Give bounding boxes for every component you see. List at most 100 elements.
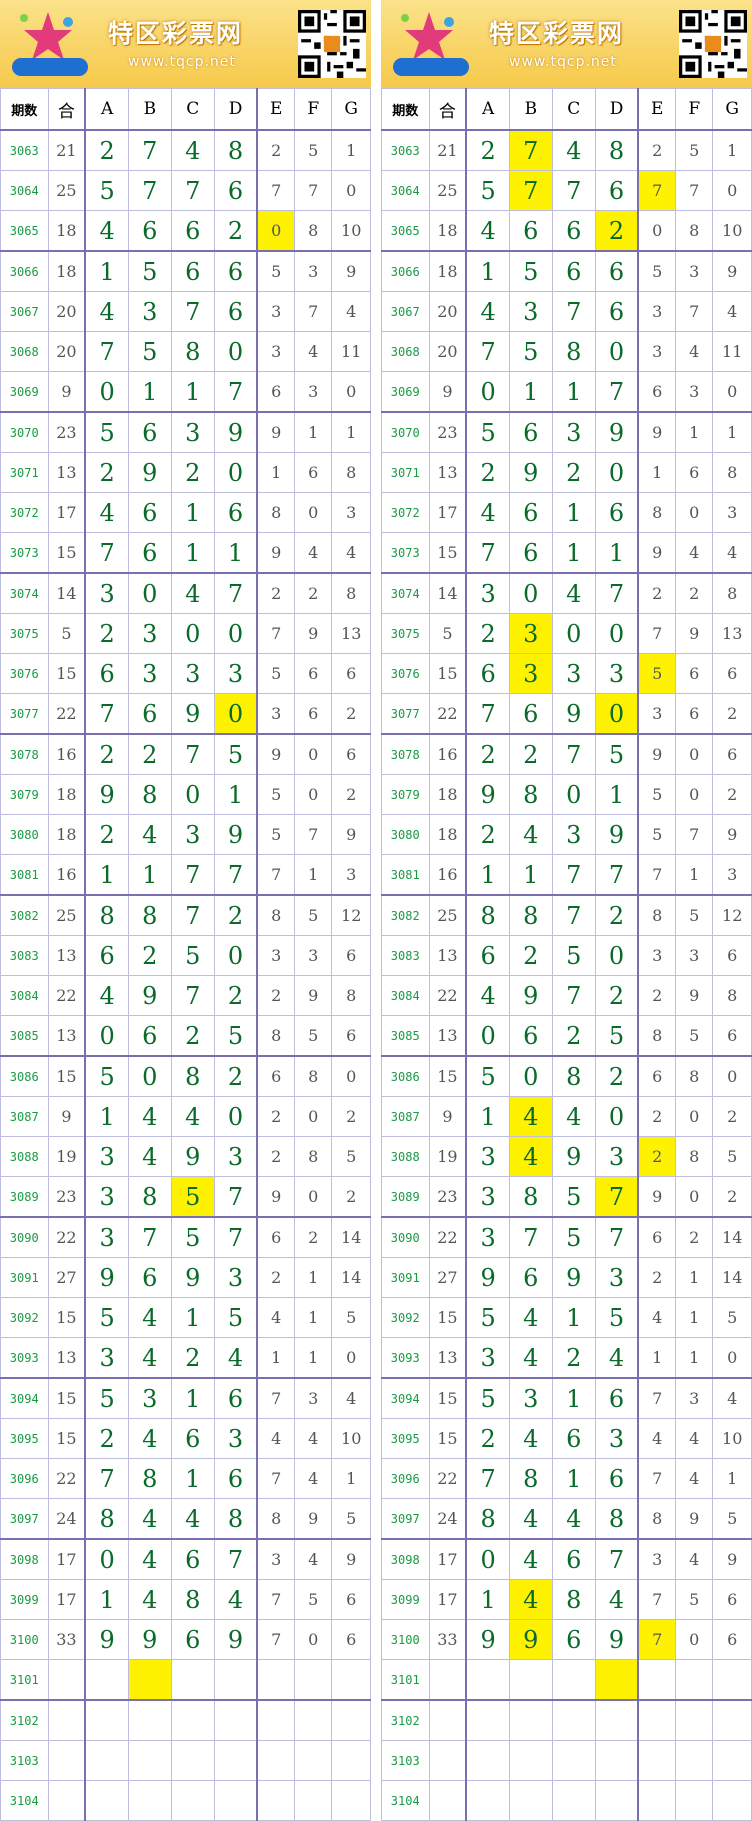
digit-cell-b: 8 [127,774,172,815]
digit-cell-b: 5 [127,331,172,372]
digit-cell-f: 0 [294,1096,333,1137]
digit-cell-g: 2 [331,1096,371,1137]
column-header: B [508,88,553,131]
site-url[interactable]: www.tqcp.net [509,54,617,70]
issue-number: 3102 [0,1699,49,1741]
digit-cell-b [508,1740,553,1781]
digit-cell-e: 3 [637,291,677,332]
digit-cell-g: 3 [712,492,752,533]
digit-cell-c: 8 [170,1579,215,1620]
digit-cell-a: 0 [465,1538,510,1580]
digit-cell-f [294,1780,333,1821]
digit-cell-d: 7 [594,1216,640,1258]
digit-cell-e: 1 [637,1337,677,1379]
sum-cell: 15 [47,1055,87,1097]
sum-cell [428,1780,468,1821]
digit-cell-g: 5 [712,1297,752,1338]
digit-cell-f: 0 [294,774,333,815]
issue-number: 3104 [0,1780,49,1821]
digit-cell-f: 0 [294,1619,333,1660]
sum-cell: 18 [428,774,468,815]
sum-cell: 33 [47,1619,87,1660]
table-row: 3094 15 5 3 1 6 7 3 4 [381,1377,752,1419]
digit-cell-c: 4 [170,572,215,614]
table-row: 3084 22 4 9 7 2 2 9 8 [381,975,752,1016]
digit-cell-c: 0 [551,774,596,815]
column-header: 期数 [0,88,49,131]
issue-number: 3092 [0,1297,49,1338]
table-row: 3063 21 2 7 4 8 2 5 1 [0,129,371,171]
sum-cell: 22 [428,1458,468,1499]
issue-number: 3064 [381,170,430,211]
digit-cell-c: 6 [551,1538,596,1580]
column-header: E [256,88,296,131]
digit-cell-c: 8 [551,1579,596,1620]
digit-cell-d: 2 [213,894,259,936]
issue-number: 3100 [0,1619,49,1660]
sum-cell: 19 [47,1136,87,1177]
digit-cell-g: 4 [331,291,371,332]
table-row: 3091 27 9 6 9 3 2 1 14 [381,1257,752,1298]
digit-cell-e: 8 [256,1015,296,1057]
digit-cell-d: 3 [594,653,640,694]
sum-cell: 14 [47,572,87,614]
table-row: 3103 [381,1740,752,1781]
digit-cell-c [551,1699,596,1741]
digit-cell-b: 4 [127,1337,172,1379]
site-banner[interactable]: 特区彩票网 www.tqcp.net [381,0,752,88]
digit-cell-g: 2 [712,693,752,735]
digit-cell-d: 2 [213,975,259,1016]
digit-cell-g: 10 [331,1418,371,1459]
issue-number: 3089 [381,1176,430,1218]
digit-cell-e: 8 [256,894,296,936]
issue-number: 3071 [0,452,49,493]
site-banner[interactable]: 特区彩票网 www.tqcp.net [0,0,371,88]
digit-cell-f: 9 [675,1498,714,1540]
digit-cell-c: 5 [551,1216,596,1258]
table-row: 3082 25 8 8 7 2 8 5 12 [0,894,371,936]
issue-number: 3083 [381,935,430,976]
site-url[interactable]: www.tqcp.net [128,54,236,70]
digit-cell-f: 1 [294,1257,333,1298]
digit-cell-f: 0 [294,1176,333,1218]
digit-cell-f: 0 [294,733,333,775]
sum-cell: 15 [428,653,468,694]
digit-cell-b [127,1740,172,1781]
issue-number: 3092 [381,1297,430,1338]
table-row: 3083 13 6 2 5 0 3 3 6 [0,935,371,976]
sum-cell [47,1780,87,1821]
digit-cell-a: 2 [84,129,129,171]
table-row: 3085 13 0 6 2 5 8 5 6 [381,1015,752,1057]
sum-cell: 20 [428,291,468,332]
digit-cell-e: 8 [637,492,677,533]
digit-cell-b: 6 [127,411,172,453]
table-row: 3095 15 2 4 6 3 4 4 10 [381,1418,752,1459]
digit-cell-g: 0 [331,371,371,413]
digit-cell-e: 4 [256,1297,296,1338]
digit-cell-d: 9 [594,1619,640,1660]
digit-cell-b: 6 [127,210,172,252]
digit-cell-e: 8 [637,1498,677,1540]
digit-cell-d: 6 [594,291,640,332]
digit-cell-g: 2 [331,774,371,815]
digit-cell-b: 1 [127,854,172,896]
digit-cell-a: 3 [84,1176,129,1218]
issue-number: 3076 [381,653,430,694]
issue-number: 3084 [381,975,430,1016]
table-row: 3081 16 1 1 7 7 7 1 3 [381,854,752,896]
table-row: 3082 25 8 8 7 2 8 5 12 [381,894,752,936]
digit-cell-b [508,1699,553,1741]
table-row: 3079 18 9 8 0 1 5 0 2 [381,774,752,815]
digit-cell-a: 1 [465,250,510,292]
issue-number: 3101 [0,1659,49,1701]
digit-cell-e: 2 [256,572,296,614]
table-row: 3065 18 4 6 6 2 0 8 10 [0,210,371,252]
digit-cell-b: 5 [508,250,553,292]
digit-cell-g [331,1740,371,1781]
digit-cell-a: 2 [84,452,129,493]
digit-cell-b: 6 [508,1015,553,1057]
digit-cell-f: 4 [294,532,333,574]
sum-cell: 22 [428,693,468,735]
digit-cell-c: 6 [551,1619,596,1660]
sum-cell: 17 [428,1538,468,1580]
